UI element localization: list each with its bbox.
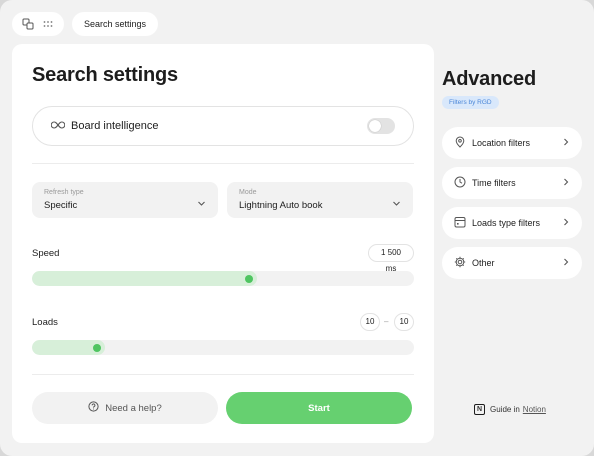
speed-slider-handle[interactable] bbox=[245, 274, 253, 283]
notion-icon: N bbox=[474, 404, 485, 415]
loads-range-separator: – bbox=[384, 317, 389, 326]
other-filters-label: Other bbox=[472, 258, 495, 268]
divider bbox=[32, 374, 414, 375]
help-button[interactable]: Need a help? bbox=[32, 392, 218, 424]
divider bbox=[32, 163, 414, 164]
filters-badge: Filters by RGD bbox=[442, 96, 499, 109]
help-button-label: Need a help? bbox=[105, 402, 162, 414]
board-intelligence-toggle[interactable] bbox=[367, 118, 395, 134]
breadcrumb[interactable]: Search settings bbox=[72, 12, 159, 36]
top-bar: Search settings bbox=[12, 12, 159, 36]
advanced-title: Advanced bbox=[442, 68, 536, 90]
mode-select[interactable]: Mode Lightning Auto book bbox=[227, 182, 413, 218]
board-intelligence-row: Board intelligence bbox=[32, 106, 414, 146]
chevron-right-icon bbox=[562, 138, 570, 148]
mode-value: Lightning Auto book bbox=[239, 200, 323, 211]
chevron-right-icon bbox=[562, 178, 570, 188]
loads-type-filters-label: Loads type filters bbox=[472, 218, 541, 228]
layers-icon[interactable] bbox=[22, 18, 34, 30]
board-intelligence-label: Board intelligence bbox=[71, 120, 159, 132]
chevron-right-icon bbox=[562, 258, 570, 268]
search-settings-card: Search settings Board intelligence Refre… bbox=[12, 44, 434, 443]
refresh-type-select[interactable]: Refresh type Specific bbox=[32, 182, 218, 218]
mode-label: Mode bbox=[239, 189, 257, 196]
time-filters-label: Time filters bbox=[472, 178, 516, 188]
location-pin-icon bbox=[454, 136, 466, 150]
location-filters-item[interactable]: Location filters bbox=[442, 127, 582, 159]
refresh-type-value: Specific bbox=[44, 200, 78, 211]
guide-prefix: Guide in bbox=[490, 405, 520, 414]
start-button[interactable]: Start bbox=[226, 392, 412, 424]
gear-icon bbox=[454, 256, 466, 270]
loads-max-input[interactable]: 10 bbox=[394, 313, 414, 331]
speed-value: 1 500 ms bbox=[368, 244, 414, 273]
speed-slider[interactable] bbox=[32, 271, 414, 286]
clock-icon bbox=[454, 176, 466, 190]
loads-slider-handle[interactable] bbox=[93, 343, 101, 352]
time-filters-item[interactable]: Time filters bbox=[442, 167, 582, 199]
infinity-icon bbox=[50, 117, 66, 135]
chevron-right-icon bbox=[562, 218, 570, 228]
speed-label: Speed bbox=[32, 248, 60, 259]
location-filters-label: Location filters bbox=[472, 138, 531, 148]
speed-slider-fill bbox=[32, 271, 257, 286]
view-switcher bbox=[12, 12, 64, 36]
page-title: Search settings bbox=[32, 64, 178, 86]
loads-slider[interactable] bbox=[32, 340, 414, 355]
loads-label: Loads bbox=[32, 317, 58, 328]
chevron-down-icon bbox=[197, 195, 206, 213]
question-icon bbox=[88, 401, 105, 415]
notion-link[interactable]: Notion bbox=[523, 405, 546, 414]
app-window: Search settings Search settings Board in… bbox=[0, 0, 594, 456]
grid-dots-icon[interactable] bbox=[42, 18, 54, 30]
notion-guide: N Guide in Notion bbox=[474, 404, 546, 415]
refresh-type-label: Refresh type bbox=[44, 189, 84, 196]
other-filters-item[interactable]: Other bbox=[442, 247, 582, 279]
loads-min-input[interactable]: 10 bbox=[360, 313, 380, 331]
calendar-icon bbox=[454, 216, 466, 230]
loads-type-filters-item[interactable]: Loads type filters bbox=[442, 207, 582, 239]
chevron-down-icon bbox=[392, 195, 401, 213]
